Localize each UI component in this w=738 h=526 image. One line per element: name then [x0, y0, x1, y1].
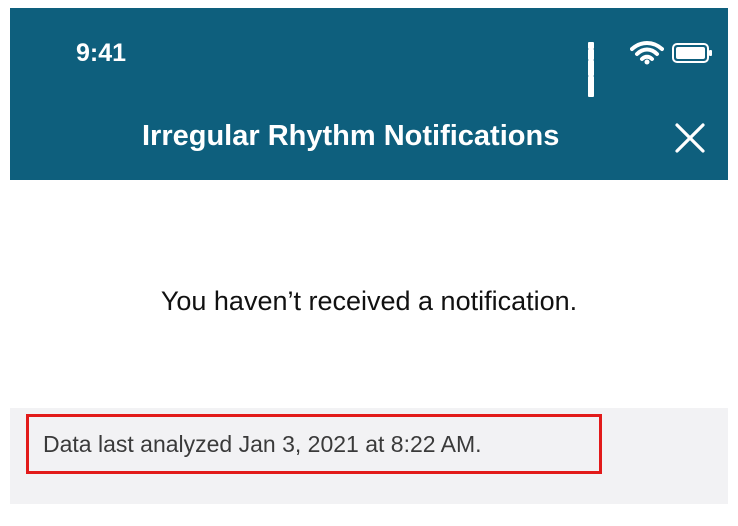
analysis-info-band: Data last analyzed Jan 3, 2021 at 8:22 A…: [10, 408, 728, 504]
close-icon[interactable]: [668, 116, 712, 160]
status-time: 9:41: [76, 39, 127, 67]
last-analyzed-text: Data last analyzed Jan 3, 2021 at 8:22 A…: [43, 431, 482, 457]
cellular-signal-icon: [588, 42, 622, 97]
status-icons: [588, 40, 714, 97]
signal-bar-3: [588, 60, 594, 76]
status-bar: 9:41: [10, 8, 728, 100]
phone-screen: 9:41 Irregular Rhythm Notifications You …: [10, 8, 728, 518]
page-title: Irregular Rhythm Notifications: [142, 120, 560, 152]
signal-bar-1: [588, 42, 594, 49]
signal-bar-2: [588, 49, 594, 60]
wifi-icon: [630, 41, 664, 65]
header-bar: 9:41 Irregular Rhythm Notifications: [10, 8, 728, 180]
empty-state-message: You haven’t received a notification.: [160, 286, 578, 316]
highlighted-analysis-box: Data last analyzed Jan 3, 2021 at 8:22 A…: [26, 414, 602, 474]
main-content: You haven’t received a notification.: [10, 180, 728, 410]
battery-icon: [672, 43, 712, 63]
signal-bar-4: [588, 76, 594, 97]
